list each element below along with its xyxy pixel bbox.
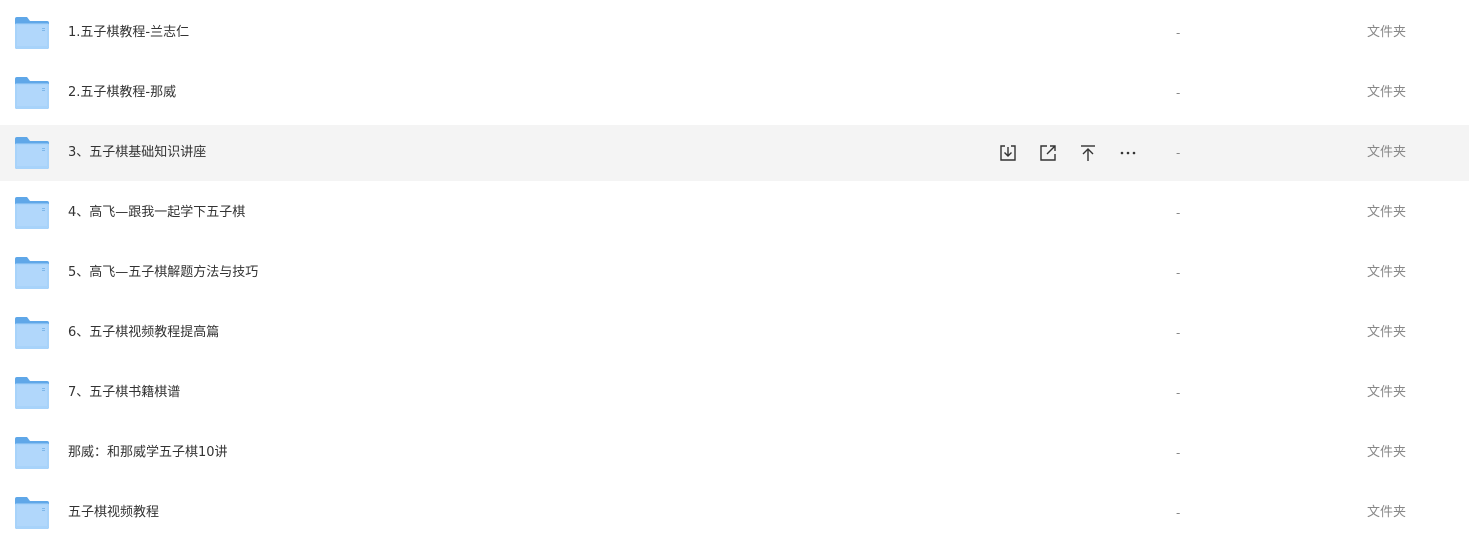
file-size: - bbox=[1176, 206, 1181, 220]
folder-icon bbox=[14, 316, 50, 350]
file-row[interactable]: 五子棋视频教程 - 文件夹 bbox=[0, 485, 1469, 541]
download-button[interactable] bbox=[996, 141, 1020, 165]
file-type: 文件夹 bbox=[1367, 205, 1407, 220]
file-name[interactable]: 那威：和那威学五子棋10讲 bbox=[68, 425, 228, 481]
move-to-top-icon bbox=[1081, 145, 1095, 161]
file-name[interactable]: 4、高飞—跟我一起学下五子棋 bbox=[68, 185, 245, 241]
folder-icon bbox=[14, 436, 50, 470]
file-type: 文件夹 bbox=[1367, 505, 1407, 520]
folder-icon bbox=[14, 136, 50, 170]
file-list: 1.五子棋教程-兰志仁 - 文件夹 2.五子棋教程-那威 - 文件夹 3、五子棋… bbox=[0, 0, 1469, 552]
file-size: - bbox=[1176, 326, 1181, 340]
more-button[interactable] bbox=[1116, 141, 1140, 165]
file-name[interactable]: 5、高飞—五子棋解题方法与技巧 bbox=[68, 245, 258, 301]
file-row[interactable]: 4、高飞—跟我一起学下五子棋 - 文件夹 bbox=[0, 185, 1469, 241]
file-size: - bbox=[1176, 146, 1181, 160]
file-row[interactable]: 那威：和那威学五子棋10讲 - 文件夹 bbox=[0, 425, 1469, 481]
download-icon bbox=[1000, 145, 1016, 161]
move-to-top-button[interactable] bbox=[1076, 141, 1100, 165]
file-row[interactable]: 3、五子棋基础知识讲座 - 文件夹 bbox=[0, 125, 1469, 181]
file-type: 文件夹 bbox=[1367, 445, 1407, 460]
folder-icon bbox=[14, 16, 50, 50]
file-name[interactable]: 7、五子棋书籍棋谱 bbox=[68, 365, 180, 421]
row-actions bbox=[996, 141, 1140, 165]
file-type: 文件夹 bbox=[1367, 85, 1407, 100]
file-name[interactable]: 2.五子棋教程-那威 bbox=[68, 65, 176, 121]
file-row[interactable]: 5、高飞—五子棋解题方法与技巧 - 文件夹 bbox=[0, 245, 1469, 301]
folder-icon bbox=[14, 376, 50, 410]
file-name[interactable]: 3、五子棋基础知识讲座 bbox=[68, 125, 206, 181]
folder-icon bbox=[14, 256, 50, 290]
file-type: 文件夹 bbox=[1367, 265, 1407, 280]
file-size: - bbox=[1176, 266, 1181, 280]
file-type: 文件夹 bbox=[1367, 385, 1407, 400]
file-size: - bbox=[1176, 386, 1181, 400]
folder-icon bbox=[14, 76, 50, 110]
file-size: - bbox=[1176, 446, 1181, 460]
share-button[interactable] bbox=[1036, 141, 1060, 165]
file-type: 文件夹 bbox=[1367, 25, 1407, 40]
file-name[interactable]: 1.五子棋教程-兰志仁 bbox=[68, 5, 189, 61]
file-type: 文件夹 bbox=[1367, 145, 1407, 160]
file-size: - bbox=[1176, 86, 1181, 100]
file-size: - bbox=[1176, 506, 1181, 520]
more-icon bbox=[1120, 151, 1136, 155]
file-size: - bbox=[1176, 26, 1181, 40]
file-row[interactable]: 1.五子棋教程-兰志仁 - 文件夹 bbox=[0, 5, 1469, 61]
file-row[interactable]: 7、五子棋书籍棋谱 - 文件夹 bbox=[0, 365, 1469, 421]
share-icon bbox=[1040, 145, 1056, 161]
file-name[interactable]: 五子棋视频教程 bbox=[68, 485, 159, 541]
file-row[interactable]: 2.五子棋教程-那威 - 文件夹 bbox=[0, 65, 1469, 121]
folder-icon bbox=[14, 496, 50, 530]
file-row[interactable]: 6、五子棋视频教程提高篇 - 文件夹 bbox=[0, 305, 1469, 361]
file-name[interactable]: 6、五子棋视频教程提高篇 bbox=[68, 305, 219, 361]
folder-icon bbox=[14, 196, 50, 230]
file-type: 文件夹 bbox=[1367, 325, 1407, 340]
